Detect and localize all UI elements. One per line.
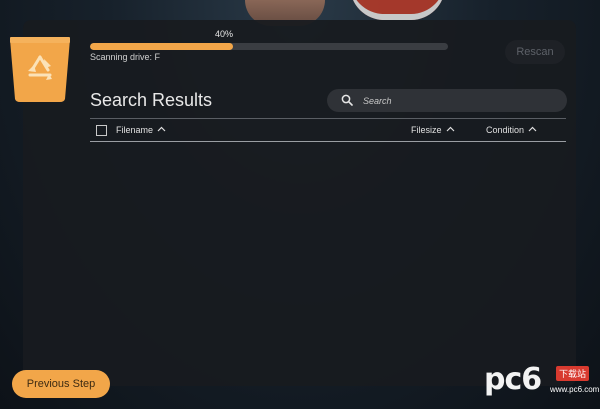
chevron-up-icon — [528, 126, 537, 132]
previous-step-button[interactable]: Previous Step — [12, 370, 110, 398]
scan-status-text: Scanning drive: F — [90, 52, 161, 62]
watermark-badge: 下载站 — [556, 366, 590, 381]
header-divider-bottom — [90, 141, 566, 142]
background-life-ring — [350, 0, 445, 20]
header-divider-top — [90, 118, 566, 119]
chevron-up-icon — [446, 126, 454, 132]
scan-progress-fill — [90, 43, 234, 50]
column-header-filename[interactable]: Filename — [116, 125, 166, 135]
search-input[interactable] — [363, 92, 558, 109]
column-header-filesize[interactable]: Filesize — [411, 125, 455, 135]
chevron-up-icon — [157, 126, 166, 132]
column-label-filesize: Filesize — [411, 125, 442, 135]
results-table-header: Filename Filesize Condition — [90, 120, 566, 141]
column-label-condition: Condition — [486, 125, 525, 135]
column-header-condition[interactable]: Condition — [486, 125, 537, 135]
site-watermark: pc6 下载站 www.pc6.com — [484, 362, 599, 404]
rescan-button[interactable]: Rescan — [505, 40, 565, 64]
recycle-bin-icon — [10, 37, 70, 102]
search-icon — [341, 94, 353, 106]
page-title: Search Results — [90, 90, 213, 110]
column-label-filename: Filename — [116, 125, 154, 135]
scan-progress-bar — [90, 43, 448, 50]
watermark-logo: pc6 — [484, 362, 542, 397]
watermark-url: www.pc6.com — [550, 385, 600, 394]
main-panel — [23, 20, 576, 386]
select-all-checkbox[interactable] — [96, 125, 107, 136]
progress-percentage: 40% — [215, 29, 234, 39]
search-box[interactable] — [327, 89, 567, 112]
